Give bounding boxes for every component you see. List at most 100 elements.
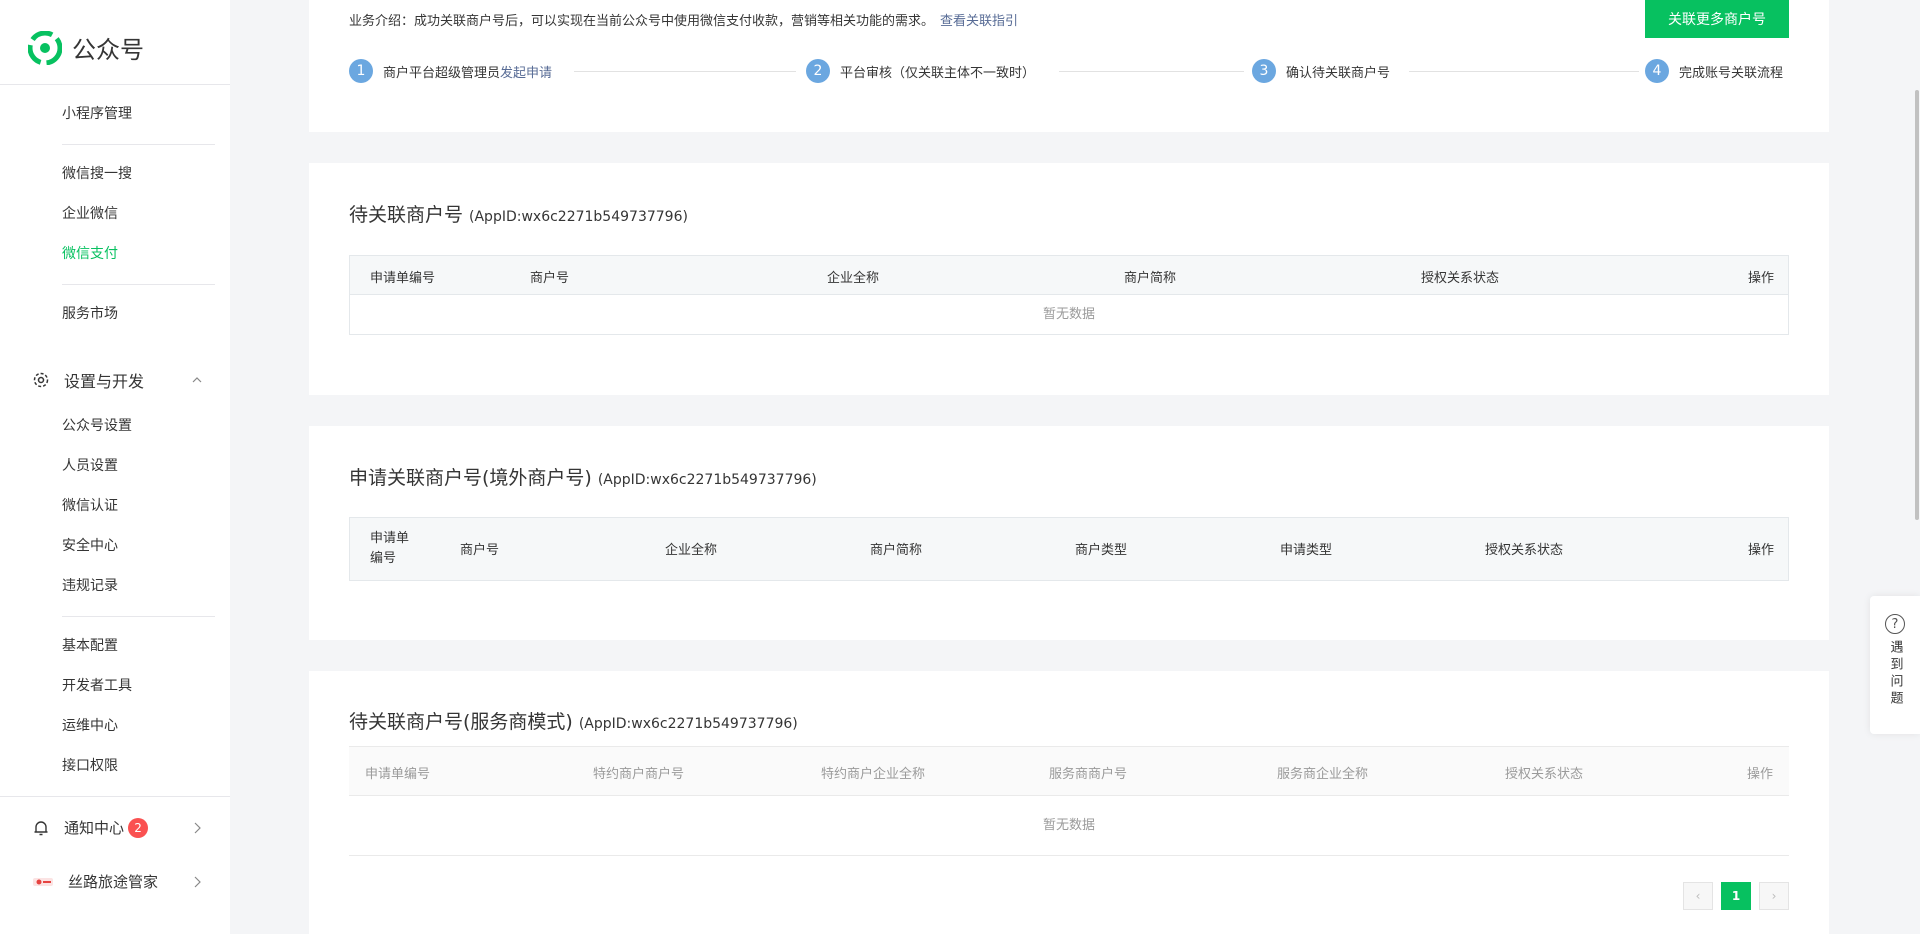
step-number: 2: [806, 59, 830, 83]
step-label: 完成账号关联流程: [1679, 65, 1784, 81]
section-title: 申请关联商户号(境外商户号) (AppID:wx6c2271b549737796): [349, 463, 817, 490]
notify-label: 通知中心: [64, 819, 125, 837]
col-header: 商户简称: [870, 543, 923, 558]
col-header: 申请单编号: [370, 271, 436, 286]
divider: [62, 144, 215, 145]
nav-violation-records[interactable]: 违规记录: [62, 576, 118, 596]
nav-notification-center[interactable]: 通知中心 2: [32, 817, 202, 838]
bell-icon: [34, 820, 48, 835]
pending-merchants-table: 申请单编号 商户号 企业全称 商户简称 授权关系状态 操作 暂无数据: [349, 255, 1789, 335]
guide-link[interactable]: 查看关联指引: [940, 14, 1018, 29]
col-header: 授权关系状态: [1485, 543, 1564, 558]
divider: [62, 616, 215, 617]
step-connector: [574, 71, 796, 72]
appid-label: (AppID:wx6c2271b549737796): [469, 209, 688, 225]
nav-verification[interactable]: 微信认证: [62, 496, 118, 516]
col-header: 授权关系状态: [1505, 767, 1584, 782]
empty-state: 暂无数据: [1042, 307, 1095, 322]
title-text: 待关联商户号(服务商模式): [349, 711, 573, 733]
col-header: 特约商户商户号: [593, 767, 685, 782]
nav-wechat-search[interactable]: 微信搜一搜: [62, 164, 132, 184]
wechat-official-logo-icon: [28, 30, 62, 65]
section-label: 设置与开发: [64, 372, 145, 391]
help-float-button[interactable]: ? 遇到问题: [1870, 596, 1920, 734]
sidebar: 公众号 小程序管理 微信搜一搜 企业微信 微信支付 服务市场 设置与开发 公众号…: [0, 0, 230, 934]
col-header: 操作: [1747, 271, 1774, 286]
notify-badge: 2: [128, 817, 149, 838]
col-header: 服务商商户号: [1049, 767, 1128, 782]
appid-label: (AppID:wx6c2271b549737796): [578, 716, 798, 732]
nav-mini-program[interactable]: 小程序管理: [62, 104, 132, 124]
table-header: 申请单编号 特约商户商户号 特约商户企业全称 服务商商户号 服务商企业全称 授权…: [349, 746, 1789, 796]
help-label: 遇到问题: [1887, 640, 1903, 708]
nav-service-market[interactable]: 服务市场: [62, 304, 118, 324]
nav-security-center[interactable]: 安全中心: [62, 536, 118, 556]
account-avatar-icon: [33, 877, 53, 886]
appid-label: (AppID:wx6c2271b549737796): [597, 472, 817, 488]
col-header: 授权关系状态: [1421, 271, 1500, 286]
col-header: 商户号: [530, 271, 570, 286]
title-text: 申请关联商户号(境外商户号): [349, 467, 592, 489]
col-header: 商户简称: [1124, 271, 1177, 286]
next-page-button[interactable]: ›: [1759, 882, 1789, 910]
pending-merchants-card: 待关联商户号 (AppID:wx6c2271b549737796) 申请单编号 商…: [309, 163, 1829, 395]
link-more-merchants-button[interactable]: 关联更多商户号: [1645, 0, 1789, 38]
table-header: 申请单编号 商户号 企业全称 商户简称 商户类型 申请类型 授权关系状态 操作: [350, 518, 1788, 580]
nav-ops-center[interactable]: 运维中心: [62, 716, 118, 736]
chevron-right-icon: [194, 876, 201, 887]
nav-work-wechat[interactable]: 企业微信: [62, 204, 118, 224]
title-text: 待关联商户号: [349, 204, 464, 226]
nav-developer-tools[interactable]: 开发者工具: [62, 676, 132, 696]
empty-state: 暂无数据: [349, 796, 1789, 856]
logo[interactable]: 公众号: [28, 30, 144, 65]
divider: [0, 796, 230, 797]
service-provider-table: 申请单编号 特约商户商户号 特约商户企业全称 服务商商户号 服务商企业全称 授权…: [349, 746, 1789, 856]
step-number: 4: [1645, 59, 1669, 83]
nav-people-settings[interactable]: 人员设置: [62, 456, 118, 476]
apply-link[interactable]: 发起申请: [500, 66, 552, 81]
gear-icon: [33, 372, 49, 388]
nav-account-settings[interactable]: 公众号设置: [62, 416, 132, 436]
section-title: 待关联商户号(服务商模式) (AppID:wx6c2271b549737796): [349, 707, 798, 734]
step-number: 3: [1252, 59, 1276, 83]
step-label: 商户平台超级管理员: [383, 65, 501, 81]
col-header: 企业全称: [827, 271, 880, 286]
step-text: 商户平台超级管理员发起申请: [383, 62, 552, 81]
overseas-merchants-table: 申请单编号 商户号 企业全称 商户简称 商户类型 申请类型 授权关系状态 操作: [349, 517, 1789, 581]
scrollbar-thumb[interactable]: [1915, 90, 1919, 520]
step-2: 2 平台审核（仅关联主体不一致时）: [806, 59, 1035, 83]
account-name: 丝路旅途管家: [68, 873, 159, 891]
app-name: 公众号: [72, 36, 144, 64]
service-provider-card: 待关联商户号(服务商模式) (AppID:wx6c2271b549737796) …: [309, 671, 1829, 934]
col-header: 申请类型: [1280, 543, 1333, 558]
col-header: 操作: [1747, 543, 1774, 558]
step-1: 1 商户平台超级管理员发起申请: [349, 59, 552, 83]
step-label: 平台审核（仅关联主体不一致时）: [840, 65, 1036, 81]
account-switcher[interactable]: 丝路旅途管家: [32, 871, 202, 892]
question-icon: ?: [1885, 614, 1905, 634]
nav-wechat-pay[interactable]: 微信支付: [62, 244, 118, 264]
nav-basic-config[interactable]: 基本配置: [62, 636, 118, 656]
col-header: 商户类型: [1075, 543, 1128, 558]
divider: [62, 284, 215, 285]
page-number-current[interactable]: 1: [1721, 882, 1751, 910]
pagination: ‹ 1 ›: [1683, 882, 1789, 910]
col-header: 操作: [1746, 767, 1773, 782]
nav-section-settings[interactable]: 设置与开发: [32, 368, 202, 392]
overseas-merchants-card: 申请关联商户号(境外商户号) (AppID:wx6c2271b549737796)…: [309, 426, 1829, 640]
section-title: 待关联商户号 (AppID:wx6c2271b549737796): [349, 200, 688, 227]
prev-page-button[interactable]: ‹: [1683, 882, 1713, 910]
scrollbar[interactable]: [1914, 0, 1920, 934]
step-number: 1: [349, 59, 373, 83]
intro-text: 业务介绍：成功关联商户号后，可以实现在当前公众号中使用微信支付收款，营销等相关功…: [349, 10, 1018, 29]
divider: [0, 84, 230, 85]
col-header: 申请单编号: [370, 531, 410, 566]
intro-card: 业务介绍：成功关联商户号后，可以实现在当前公众号中使用微信支付收款，营销等相关功…: [309, 0, 1829, 132]
step-3: 3 确认待关联商户号: [1252, 59, 1390, 83]
intro-description: 业务介绍：成功关联商户号后，可以实现在当前公众号中使用微信支付收款，营销等相关功…: [349, 14, 935, 29]
chevron-up-icon: [192, 377, 202, 383]
col-header: 商户号: [460, 543, 500, 558]
nav-api-permissions[interactable]: 接口权限: [62, 756, 118, 776]
chevron-right-icon: [194, 822, 201, 833]
col-header: 服务商企业全称: [1277, 767, 1369, 782]
